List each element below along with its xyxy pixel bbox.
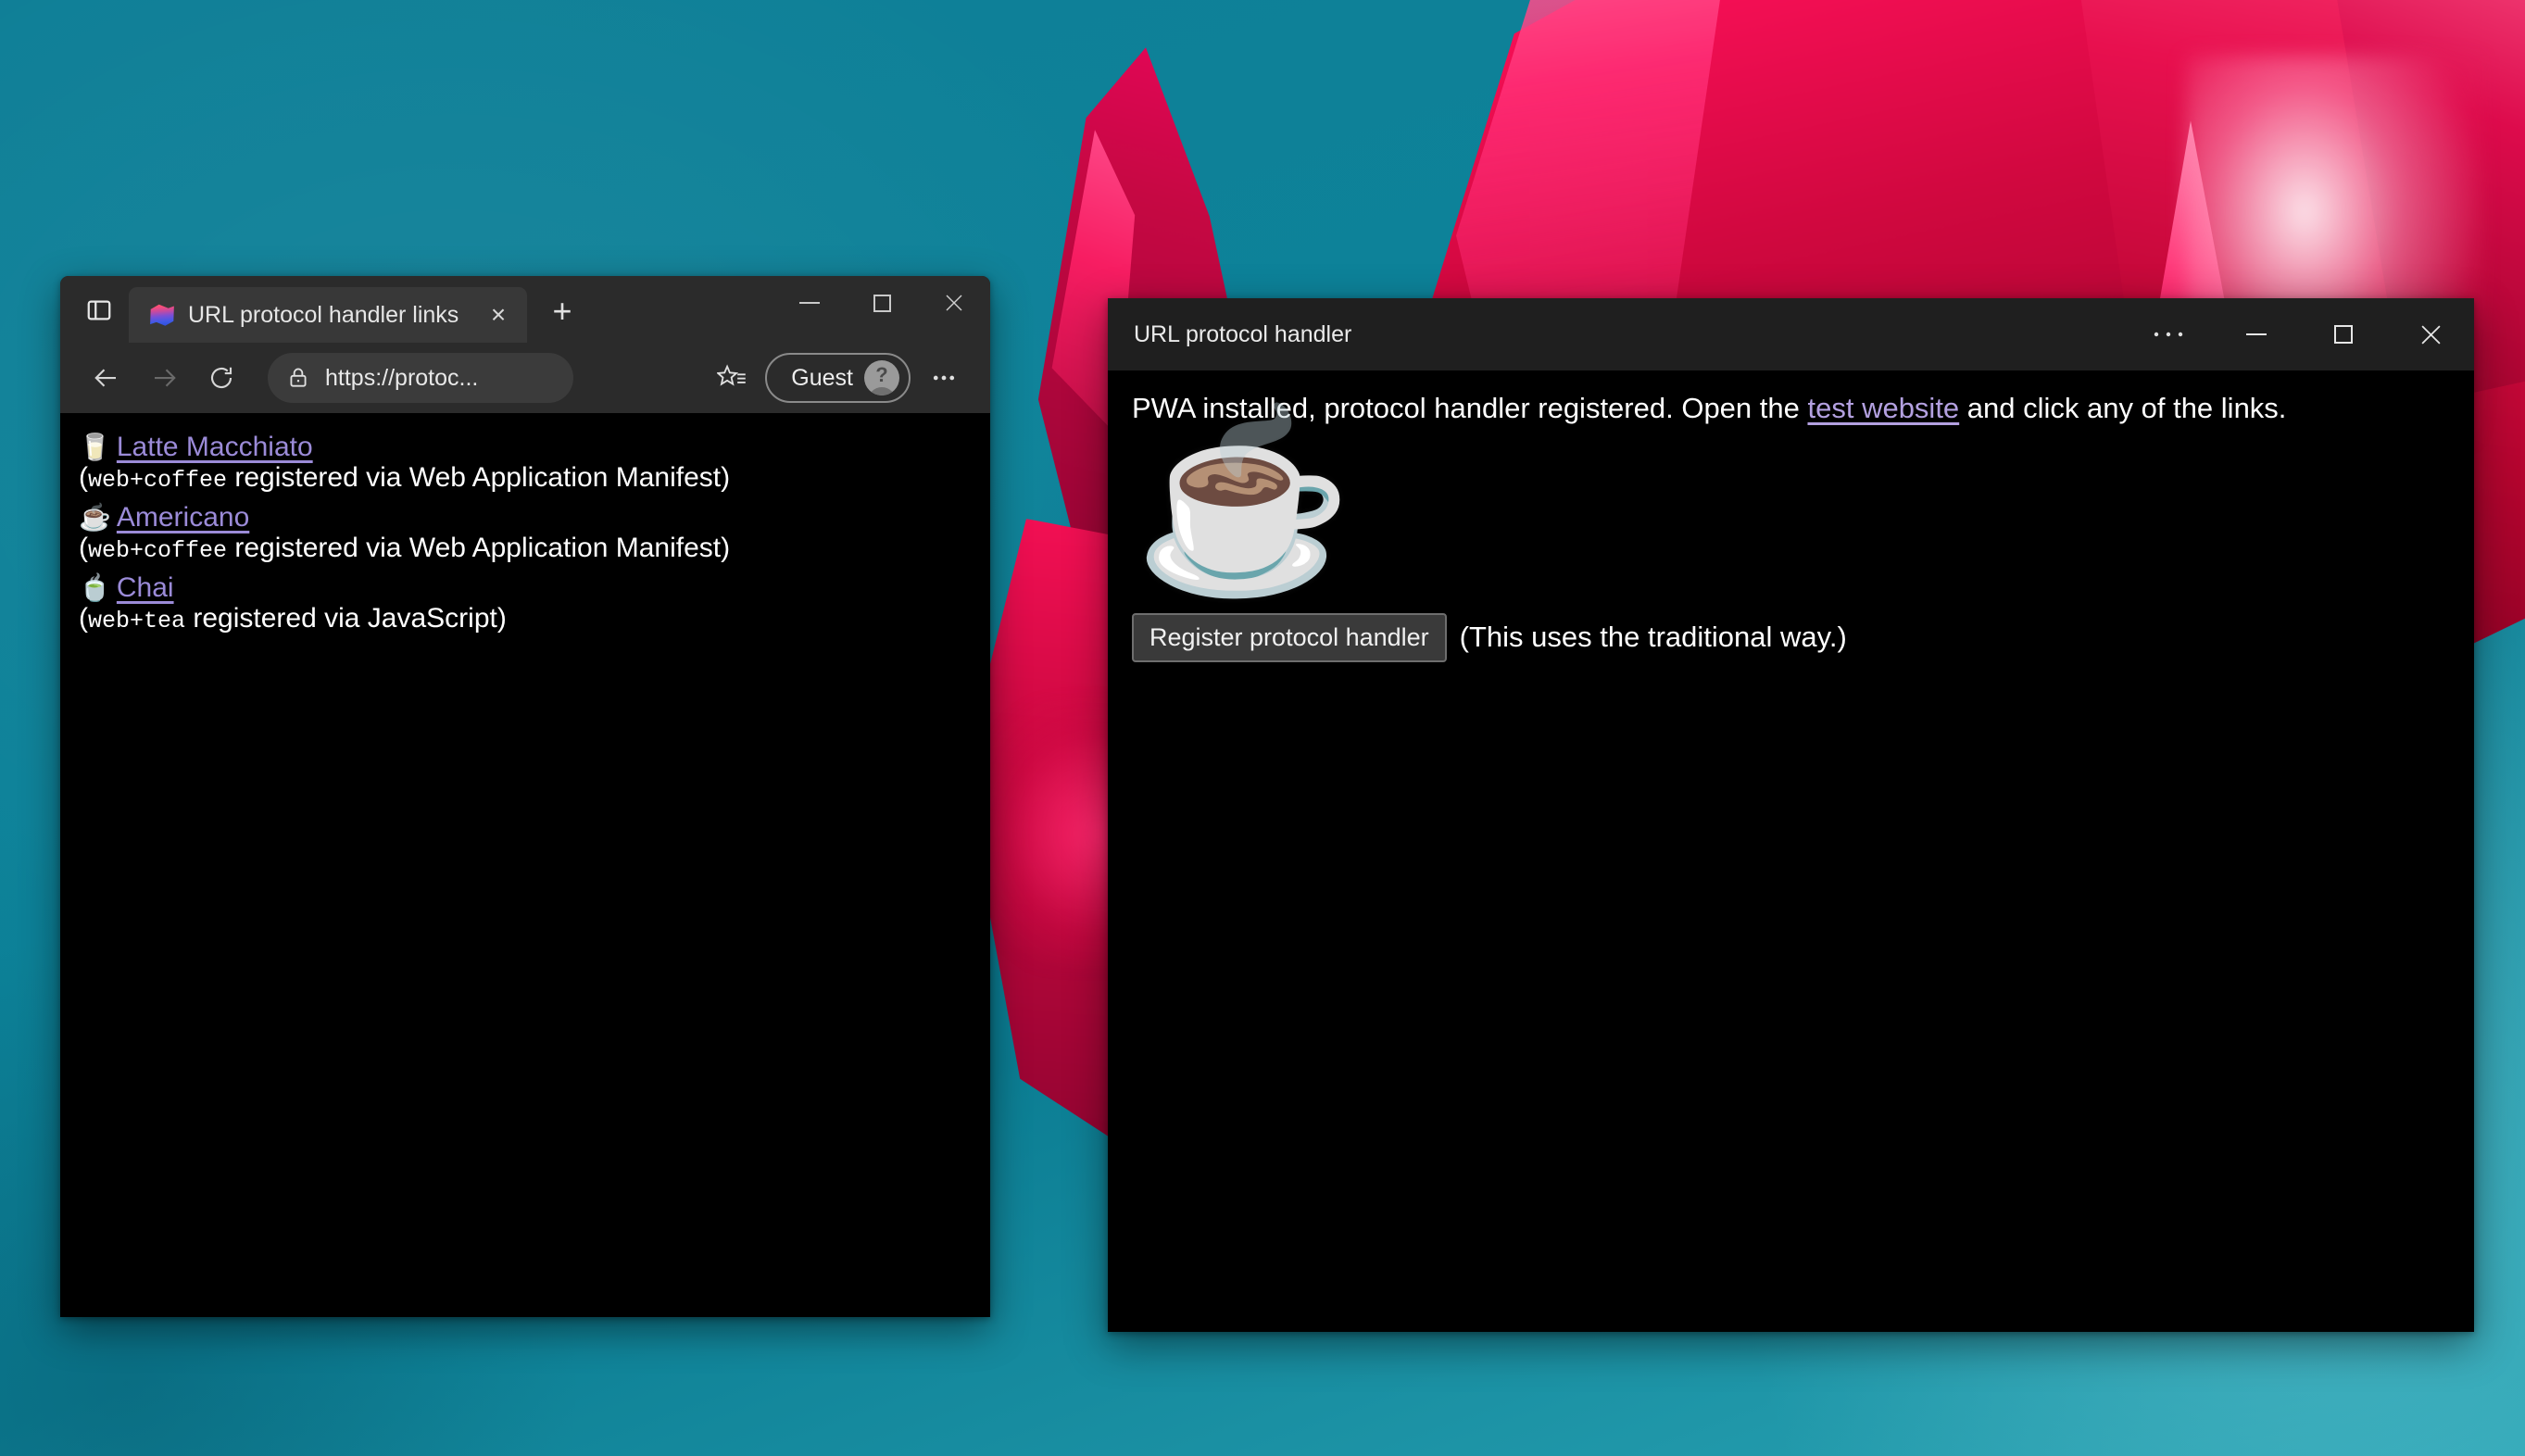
tab-close-button[interactable]: × (479, 295, 518, 334)
note-suffix: registered via JavaScript) (185, 603, 507, 634)
hot-beverage-image: ☕ (1134, 414, 1353, 602)
pwa-close-button[interactable] (2387, 298, 2474, 370)
profile-button[interactable]: Guest ? (765, 353, 911, 403)
scheme-name: web+coffee (88, 467, 228, 494)
list-item: 🥛 Latte Macchiato (79, 433, 990, 461)
address-bar[interactable]: https://protoc... (268, 353, 573, 403)
new-tab-button[interactable]: + (540, 289, 584, 333)
minimize-icon (799, 302, 820, 304)
note-suffix: registered via Web Application Manifest) (227, 462, 731, 493)
refresh-icon (210, 367, 232, 389)
pwa-title: URL protocol handler (1134, 320, 1352, 347)
protocol-link-chai[interactable]: Chai (117, 574, 174, 602)
browser-tabstrip: URL protocol handler links × + (60, 276, 990, 343)
browser-toolbar-right: Guest ? (706, 352, 970, 404)
more-ellipsis-icon (933, 375, 955, 381)
pwa-titlebar[interactable]: URL protocol handler (1108, 298, 2474, 370)
pwa-minimize-button[interactable] (2213, 298, 2300, 370)
pwa-maximize-button[interactable] (2300, 298, 2387, 370)
pwa-content: PWA installed, protocol handler register… (1108, 370, 2474, 1332)
tab-title: URL protocol handler links (188, 301, 459, 328)
arrow-right-icon (155, 369, 176, 387)
test-website-link[interactable]: test website (1807, 392, 1959, 424)
back-button[interactable] (81, 352, 132, 404)
traditional-way-note: (This uses the traditional way.) (1459, 621, 1847, 654)
protocol-link-latte-macchiato[interactable]: Latte Macchiato (117, 433, 313, 461)
reload-button[interactable] (195, 352, 247, 404)
browser-minimize-button[interactable] (773, 276, 846, 330)
glass-of-milk-icon: 🥛 (79, 433, 111, 461)
tab-actions-icon[interactable] (75, 286, 123, 334)
browser-maximize-button[interactable] (846, 276, 918, 330)
avatar-glyph: ? (875, 362, 888, 386)
register-protocol-handler-button[interactable]: Register protocol handler (1132, 612, 1447, 662)
pwa-more-button[interactable] (2124, 298, 2213, 370)
forward-button[interactable] (138, 352, 190, 404)
favorites-button[interactable] (706, 352, 758, 404)
browser-page-content: 🥛 Latte Macchiato (web+coffee registered… (60, 413, 990, 1317)
list-item: 🍵 Chai (79, 574, 990, 602)
protocol-link-americano[interactable]: Americano (117, 504, 249, 532)
address-bar-url: https://protoc... (325, 364, 479, 391)
list-item-note: (web+coffee registered via Web Applicati… (79, 462, 990, 494)
hot-beverage-icon: ☕ (79, 503, 111, 532)
avatar: ? (864, 360, 899, 395)
more-ellipsis-icon (2154, 332, 2183, 337)
minimize-icon (2246, 333, 2267, 335)
close-icon (946, 295, 962, 311)
maximize-icon (2334, 325, 2353, 344)
lock-icon (290, 368, 307, 387)
tab-favicon-icon (150, 304, 174, 326)
note-suffix: registered via Web Application Manifest) (227, 533, 731, 563)
close-icon (2420, 324, 2441, 345)
browser-window-controls (773, 276, 990, 330)
browser-settings-button[interactable] (918, 352, 970, 404)
note-open-paren: ( (79, 462, 88, 493)
scheme-name: web+coffee (88, 537, 228, 564)
intro-after-link: and click any of the links. (1959, 392, 2287, 424)
scheme-name: web+tea (88, 608, 186, 634)
hot-beverage-icon: ☕ (1134, 403, 1353, 600)
pwa-action-row: Register protocol handler (This uses the… (1132, 612, 2450, 662)
teacup-icon: 🍵 (79, 573, 111, 602)
desktop: URL protocol handler links × + https://p… (0, 0, 2525, 1456)
profile-label: Guest (791, 364, 853, 391)
pwa-window-controls (2124, 298, 2474, 370)
list-item-note: (web+coffee registered via Web Applicati… (79, 533, 990, 564)
browser-close-button[interactable] (918, 276, 990, 330)
list-item: ☕ Americano (79, 504, 990, 532)
favorites-star-icon (717, 364, 747, 386)
list-item-note: (web+tea registered via JavaScript) (79, 603, 990, 634)
note-open-paren: ( (79, 603, 88, 634)
arrow-left-icon (94, 369, 116, 387)
pwa-window: URL protocol handler PWA installed, prot… (1108, 298, 2474, 1332)
maximize-icon (873, 294, 891, 312)
browser-window: URL protocol handler links × + https://p… (60, 276, 990, 1317)
browser-tab[interactable]: URL protocol handler links × (129, 287, 527, 343)
browser-toolbar: https://protoc... Guest ? (60, 343, 990, 413)
note-open-paren: ( (79, 533, 88, 563)
